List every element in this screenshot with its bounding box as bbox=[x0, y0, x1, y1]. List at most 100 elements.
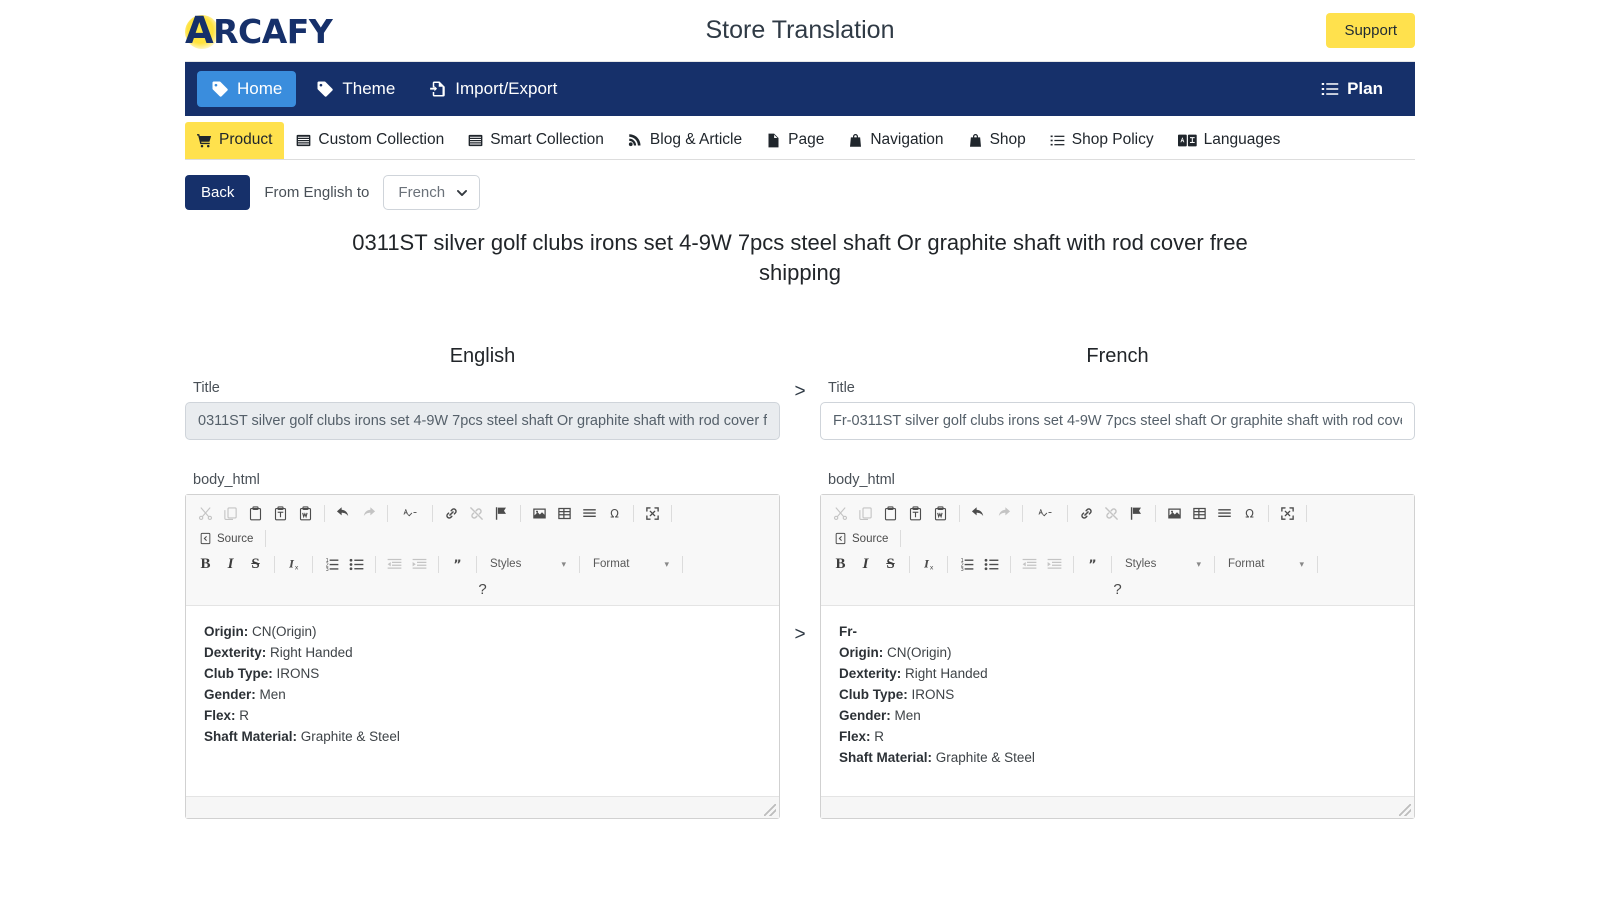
paste-text-icon[interactable] bbox=[269, 502, 292, 524]
special-char-icon[interactable]: Ω bbox=[1238, 502, 1261, 524]
source-title-label: Title bbox=[193, 380, 220, 397]
special-char-icon[interactable]: Ω bbox=[603, 502, 626, 524]
image-icon[interactable] bbox=[528, 502, 551, 524]
strikethrough-button[interactable]: S bbox=[244, 553, 267, 575]
paste-word-icon[interactable] bbox=[294, 502, 317, 524]
support-button[interactable]: Support bbox=[1326, 13, 1415, 48]
resize-grip-icon[interactable] bbox=[764, 804, 776, 817]
tab-blog-article[interactable]: Blog & Article bbox=[616, 122, 754, 159]
editor-about-button[interactable]: ? bbox=[827, 578, 1408, 603]
horizontal-rule-icon[interactable] bbox=[578, 502, 601, 524]
undo-icon[interactable] bbox=[332, 502, 355, 524]
cut-icon[interactable] bbox=[194, 502, 217, 524]
table-icon[interactable] bbox=[1188, 502, 1211, 524]
table-icon[interactable] bbox=[553, 502, 576, 524]
anchor-flag-icon[interactable] bbox=[1125, 502, 1148, 524]
copy-icon[interactable] bbox=[219, 502, 242, 524]
redo-icon[interactable] bbox=[992, 502, 1015, 524]
nav-item-home[interactable]: Home bbox=[197, 71, 297, 107]
horizontal-rule-icon[interactable] bbox=[1213, 502, 1236, 524]
italic-button[interactable]: I bbox=[854, 553, 877, 575]
body-row-value: Graphite & Steel bbox=[935, 749, 1035, 765]
paste-text-icon[interactable] bbox=[904, 502, 927, 524]
bold-button[interactable]: B bbox=[829, 553, 852, 575]
toolbar-separator bbox=[520, 504, 521, 522]
body-transfer-arrow: > bbox=[794, 624, 806, 646]
source-button[interactable]: Source bbox=[194, 530, 258, 547]
tab-smart-collection[interactable]: Smart Collection bbox=[456, 122, 616, 159]
styles-dropdown[interactable]: Styles ▾ bbox=[484, 556, 572, 572]
blockquote-icon[interactable]: ” bbox=[446, 553, 469, 575]
chevron-down-icon: ▾ bbox=[561, 558, 566, 569]
italic-button[interactable]: I bbox=[219, 553, 242, 575]
undo-icon[interactable] bbox=[967, 502, 990, 524]
tab-product[interactable]: Product bbox=[185, 122, 285, 159]
paste-word-icon[interactable] bbox=[929, 502, 952, 524]
nav-label-home: Home bbox=[237, 79, 283, 98]
source-title-input[interactable] bbox=[185, 402, 780, 441]
redo-icon[interactable] bbox=[357, 502, 380, 524]
copy-icon[interactable] bbox=[854, 502, 877, 524]
body-row-value: Men bbox=[259, 687, 286, 703]
paste-icon[interactable] bbox=[244, 502, 267, 524]
cut-icon[interactable] bbox=[829, 502, 852, 524]
format-dropdown-label: Format bbox=[1228, 558, 1265, 571]
maximize-icon[interactable] bbox=[1276, 502, 1299, 524]
indent-icon[interactable] bbox=[1043, 553, 1066, 575]
primary-navbar: Home Theme Import/Export Plan bbox=[185, 62, 1415, 116]
source-editor-content[interactable]: Origin: CN(Origin) Dexterity: Right Hand… bbox=[186, 606, 779, 797]
toolbar-separator bbox=[438, 555, 439, 573]
outdent-icon[interactable] bbox=[1018, 553, 1041, 575]
remove-format-icon[interactable]: Ix bbox=[917, 553, 940, 575]
source-rich-text-editor: Ω Source B I S I x 1 2 3 ” Styles ▾ Form… bbox=[185, 494, 780, 820]
resize-grip-icon[interactable] bbox=[1399, 804, 1411, 817]
nav-item-plan[interactable]: Plan bbox=[1307, 71, 1397, 107]
tab-languages[interactable]: Languages bbox=[1166, 122, 1293, 159]
nav-item-import-export[interactable]: Import/Export bbox=[415, 71, 571, 107]
remove-format-icon[interactable]: Ix bbox=[282, 553, 305, 575]
arcafy-logo: ARCAFY bbox=[185, 11, 333, 51]
bulleted-list-icon[interactable] bbox=[345, 553, 368, 575]
strikethrough-button[interactable]: S bbox=[879, 553, 902, 575]
blockquote-icon[interactable]: ” bbox=[1081, 553, 1104, 575]
tab-page[interactable]: Page bbox=[754, 122, 836, 159]
unlink-icon[interactable] bbox=[1100, 502, 1123, 524]
paste-icon[interactable] bbox=[879, 502, 902, 524]
unlink-icon[interactable] bbox=[465, 502, 488, 524]
anchor-flag-icon[interactable] bbox=[490, 502, 513, 524]
nav-item-theme[interactable]: Theme bbox=[302, 71, 409, 107]
tab-custom-collection[interactable]: Custom Collection bbox=[284, 122, 456, 159]
source-button[interactable]: Source bbox=[829, 530, 893, 547]
back-button[interactable]: Back bbox=[185, 175, 251, 210]
maximize-icon[interactable] bbox=[641, 502, 664, 524]
link-icon[interactable] bbox=[1075, 502, 1098, 524]
source-body-label: body_html bbox=[193, 472, 260, 489]
body-row: Gender: Men bbox=[204, 685, 761, 706]
tab-navigation[interactable]: Navigation bbox=[836, 122, 955, 159]
image-icon[interactable] bbox=[1163, 502, 1186, 524]
format-dropdown[interactable]: Format ▾ bbox=[587, 556, 675, 572]
format-dropdown[interactable]: Format ▾ bbox=[1222, 556, 1310, 572]
toolbar-separator bbox=[1073, 555, 1074, 573]
styles-dropdown[interactable]: Styles ▾ bbox=[1119, 556, 1207, 572]
toolbar-separator bbox=[312, 555, 313, 573]
outdent-icon[interactable] bbox=[383, 553, 406, 575]
link-icon[interactable] bbox=[440, 502, 463, 524]
source-editor-toolbar: Ω Source B I S I x 1 2 3 ” Styles ▾ Form… bbox=[186, 495, 779, 607]
target-title-input[interactable] bbox=[820, 402, 1415, 441]
tab-label-languages: Languages bbox=[1203, 131, 1281, 149]
tab-shop[interactable]: Shop bbox=[956, 122, 1038, 159]
editor-about-button[interactable]: ? bbox=[192, 578, 773, 603]
app-page: ARCAFY Store Translation Support Home Th… bbox=[0, 0, 1600, 900]
spellcheck-icon[interactable] bbox=[1030, 502, 1060, 524]
target-editor-content[interactable]: Fr- Origin: CN(Origin) Dexterity: Right … bbox=[821, 606, 1414, 797]
numbered-list-icon[interactable]: 123 bbox=[320, 553, 343, 575]
bold-button[interactable]: B bbox=[194, 553, 217, 575]
tab-shop-policy[interactable]: Shop Policy bbox=[1038, 122, 1166, 159]
target-language-select[interactable]: French bbox=[383, 175, 481, 210]
content-type-tabs: Product Custom Collection Smart Collecti… bbox=[185, 116, 1415, 160]
numbered-list-icon[interactable]: 123 bbox=[955, 553, 978, 575]
bulleted-list-icon[interactable] bbox=[980, 553, 1003, 575]
spellcheck-icon[interactable] bbox=[395, 502, 425, 524]
indent-icon[interactable] bbox=[408, 553, 431, 575]
